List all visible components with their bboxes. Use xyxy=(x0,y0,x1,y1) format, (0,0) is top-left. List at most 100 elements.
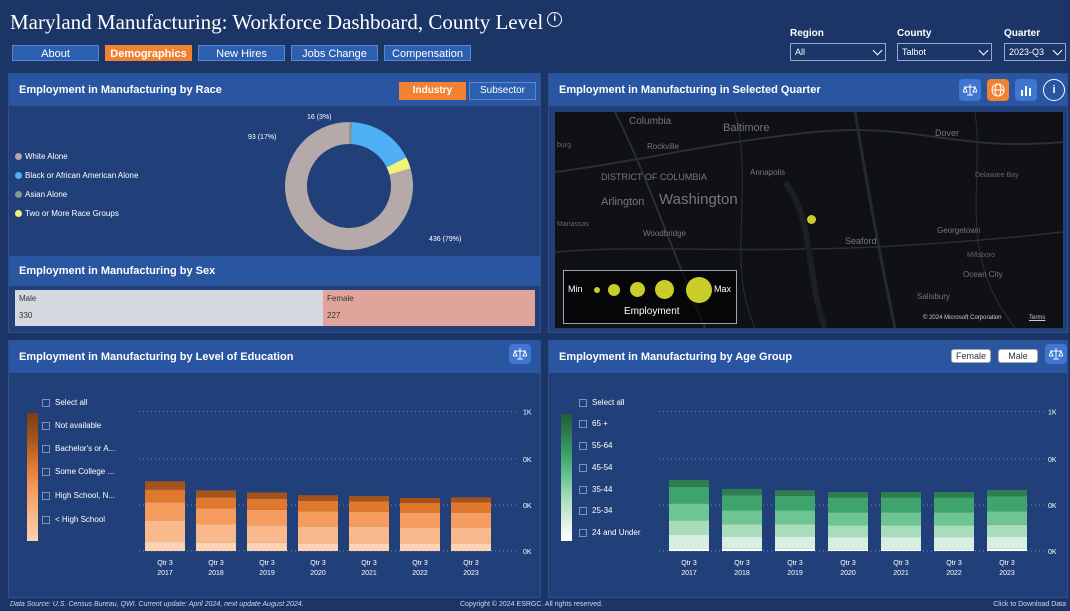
bar-segment[interactable] xyxy=(349,495,389,502)
checkbox[interactable] xyxy=(579,528,587,537)
bar-chart-icon[interactable] xyxy=(1015,79,1037,101)
bar-segment[interactable] xyxy=(828,497,868,513)
bar-segment[interactable] xyxy=(881,497,921,513)
bar-segment[interactable] xyxy=(349,501,389,512)
female-bar[interactable]: Female 227 xyxy=(323,290,535,326)
tab-compensation[interactable]: Compensation xyxy=(384,45,471,61)
bar-segment[interactable] xyxy=(828,537,868,550)
bar-segment[interactable] xyxy=(934,512,974,526)
checkbox[interactable] xyxy=(579,398,587,407)
bar-segment[interactable] xyxy=(934,549,974,551)
bar-segment[interactable] xyxy=(669,503,709,521)
tab-about[interactable]: About xyxy=(12,45,99,61)
tab-jobs-change[interactable]: Jobs Change xyxy=(291,45,378,61)
female-filter-button[interactable]: Female xyxy=(951,349,991,363)
bar-segment[interactable] xyxy=(247,525,287,543)
balance-scale-icon[interactable] xyxy=(509,344,531,364)
bar-segment[interactable] xyxy=(400,512,440,528)
age-legend-65-plus[interactable]: 65 + xyxy=(579,419,608,428)
bar-segment[interactable] xyxy=(196,542,236,551)
bar-segment[interactable] xyxy=(145,520,185,542)
bar-segment[interactable] xyxy=(934,537,974,550)
bar-segment[interactable] xyxy=(298,500,338,512)
bar-segment[interactable] xyxy=(400,527,440,544)
bar-segment[interactable] xyxy=(987,548,1027,551)
bar-segment[interactable] xyxy=(987,524,1027,537)
edu-legend-bachelors[interactable]: Bachelor's or A... xyxy=(42,444,115,453)
subsector-button[interactable]: Subsector xyxy=(469,82,536,100)
balance-scale-icon[interactable] xyxy=(1045,344,1067,364)
bar-segment[interactable] xyxy=(722,488,762,496)
checkbox[interactable] xyxy=(579,441,587,450)
bar-segment[interactable] xyxy=(451,502,491,513)
age-legend-45-54[interactable]: 45-54 xyxy=(579,463,612,472)
bar-segment[interactable] xyxy=(828,549,868,551)
legend-asian[interactable]: Asian Alone xyxy=(15,190,67,199)
bar-segment[interactable] xyxy=(196,490,236,498)
bar-segment[interactable] xyxy=(451,497,491,503)
edu-legend-some-college[interactable]: Some College ... xyxy=(42,467,114,476)
bar-segment[interactable] xyxy=(987,511,1027,525)
bar-segment[interactable] xyxy=(775,536,815,549)
bar-segment[interactable] xyxy=(987,536,1027,549)
male-bar[interactable]: Male 330 xyxy=(15,290,323,326)
age-legend-35-44[interactable]: 35-44 xyxy=(579,485,612,494)
bar-segment[interactable] xyxy=(298,526,338,544)
bar-segment[interactable] xyxy=(775,490,815,496)
bar-segment[interactable] xyxy=(451,512,491,528)
employment-bubble-talbot[interactable] xyxy=(807,215,816,224)
bar-segment[interactable] xyxy=(987,489,1027,497)
globe-icon[interactable] xyxy=(987,79,1009,101)
age-legend-select-all[interactable]: Select all xyxy=(579,398,624,407)
bar-segment[interactable] xyxy=(196,497,236,509)
bar-segment[interactable] xyxy=(145,481,185,490)
bar-segment[interactable] xyxy=(298,543,338,551)
bar-segment[interactable] xyxy=(881,491,921,498)
bar-segment[interactable] xyxy=(881,525,921,538)
checkbox[interactable] xyxy=(579,463,587,472)
bar-segment[interactable] xyxy=(196,508,236,525)
slice-black[interactable] xyxy=(350,122,407,168)
bar-segment[interactable] xyxy=(145,489,185,503)
download-data-link[interactable]: Click to Download Data xyxy=(993,598,1066,611)
checkbox[interactable] xyxy=(42,467,50,476)
bar-segment[interactable] xyxy=(196,524,236,543)
legend-black[interactable]: Black or African American Alone xyxy=(15,171,138,180)
age-legend-24-and-under[interactable]: 24 and Under xyxy=(579,528,640,537)
bar-segment[interactable] xyxy=(298,495,338,501)
checkbox[interactable] xyxy=(42,398,50,407)
checkbox[interactable] xyxy=(579,485,587,494)
bar-segment[interactable] xyxy=(669,548,709,551)
bar-segment[interactable] xyxy=(934,525,974,538)
bar-segment[interactable] xyxy=(349,511,389,527)
male-filter-button[interactable]: Male xyxy=(998,349,1038,363)
bar-segment[interactable] xyxy=(247,498,287,510)
age-legend-25-34[interactable]: 25-34 xyxy=(579,506,612,515)
bar-segment[interactable] xyxy=(669,520,709,535)
bar-segment[interactable] xyxy=(247,492,287,499)
bar-segment[interactable] xyxy=(349,526,389,544)
bar-segment[interactable] xyxy=(145,541,185,551)
bar-segment[interactable] xyxy=(669,534,709,549)
checkbox[interactable] xyxy=(42,491,50,500)
bar-segment[interactable] xyxy=(881,537,921,550)
balance-scale-icon[interactable] xyxy=(959,79,981,101)
bar-segment[interactable] xyxy=(775,495,815,511)
map-canvas[interactable]: Columbia Baltimore Rockville DISTRICT OF… xyxy=(555,112,1063,328)
bar-segment[interactable] xyxy=(400,543,440,551)
edu-legend-less-than-high-school[interactable]: < High School xyxy=(42,515,105,524)
checkbox[interactable] xyxy=(42,421,50,430)
industry-button[interactable]: Industry xyxy=(399,82,466,100)
edu-legend-high-school[interactable]: High School, N... xyxy=(42,491,115,500)
bar-segment[interactable] xyxy=(828,525,868,538)
bar-segment[interactable] xyxy=(881,549,921,551)
bar-segment[interactable] xyxy=(349,543,389,551)
bar-segment[interactable] xyxy=(722,495,762,511)
bar-segment[interactable] xyxy=(722,524,762,537)
bar-segment[interactable] xyxy=(881,512,921,526)
quarter-select[interactable]: 2023-Q3 xyxy=(1004,43,1066,61)
bar-segment[interactable] xyxy=(451,543,491,551)
age-legend-55-64[interactable]: 55-64 xyxy=(579,441,612,450)
checkbox[interactable] xyxy=(579,419,587,428)
bar-segment[interactable] xyxy=(669,486,709,504)
